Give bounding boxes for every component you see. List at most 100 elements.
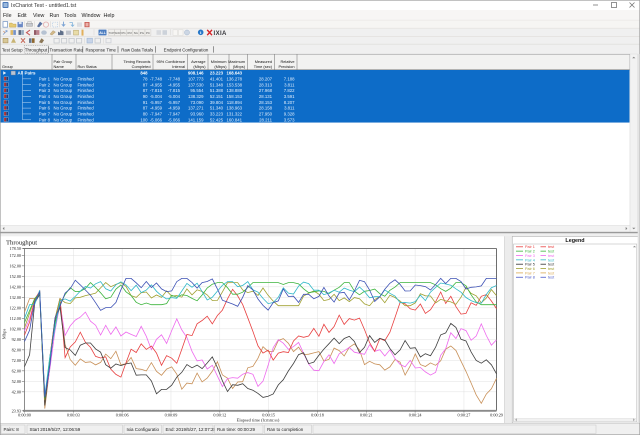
svg-text:132.00: 132.00 xyxy=(9,295,21,300)
svg-text:28.131: 28.131 xyxy=(259,94,273,99)
svg-text:141.159: 141.159 xyxy=(188,117,204,122)
svg-text:No Group: No Group xyxy=(54,100,73,105)
svg-text:51.348: 51.348 xyxy=(210,82,224,87)
svg-text:158.153: 158.153 xyxy=(226,94,242,99)
svg-text:Pairs: 8: Pairs: 8 xyxy=(4,427,20,432)
svg-text:-5.957: -5.957 xyxy=(168,100,181,105)
svg-text:Run time: 00:00:29: Run time: 00:00:29 xyxy=(217,427,256,432)
svg-text:Finished: Finished xyxy=(78,117,95,122)
svg-text:End: 2019/5/27, 12:07:28: End: 2019/5/27, 12:07:28 xyxy=(166,427,217,432)
svg-text:3.811: 3.811 xyxy=(284,82,295,87)
svg-text:Legend: Legend xyxy=(565,238,584,244)
svg-text:7.822: 7.822 xyxy=(284,88,295,93)
svg-text:Transaction Rate: Transaction Rate xyxy=(50,47,84,52)
svg-text:92.00: 92.00 xyxy=(12,337,21,342)
svg-text:Pair 5: Pair 5 xyxy=(39,100,51,105)
svg-text:153.538: 153.538 xyxy=(226,82,242,87)
svg-text:0:00:27: 0:00:27 xyxy=(458,412,471,417)
svg-text:152.00: 152.00 xyxy=(9,274,21,279)
svg-text:PG: PG xyxy=(140,31,145,35)
svg-text:78: 78 xyxy=(143,76,148,81)
svg-text:Help: Help xyxy=(104,13,115,19)
svg-text:162.00: 162.00 xyxy=(9,263,21,268)
svg-text:87: 87 xyxy=(143,88,148,93)
svg-text:-5.957: -5.957 xyxy=(150,100,163,105)
svg-text:Tools: Tools xyxy=(64,13,77,19)
svg-text:8.207: 8.207 xyxy=(284,100,295,105)
svg-text:Name: Name xyxy=(54,64,64,69)
svg-text:No Group: No Group xyxy=(54,117,73,122)
svg-text:test: test xyxy=(548,276,555,280)
svg-text:-4.959: -4.959 xyxy=(150,106,163,111)
svg-text:No Group: No Group xyxy=(54,88,73,93)
svg-text:Finished: Finished xyxy=(78,106,95,111)
svg-text:93.960: 93.960 xyxy=(190,112,204,117)
svg-text:Response Time: Response Time xyxy=(85,47,116,52)
svg-text:137.271: 137.271 xyxy=(188,106,204,111)
svg-text:9.328: 9.328 xyxy=(284,112,295,117)
svg-text:Completed: Completed xyxy=(132,64,151,69)
svg-text:Pair 2: Pair 2 xyxy=(39,82,51,87)
svg-text:87: 87 xyxy=(143,106,148,111)
svg-text:Interval: Interval xyxy=(172,64,185,69)
svg-text:SG: SG xyxy=(134,31,139,35)
svg-text:No Group: No Group xyxy=(54,106,73,111)
svg-text:28.153: 28.153 xyxy=(259,100,273,105)
svg-text:Mbps: Mbps xyxy=(2,329,7,340)
svg-text:Pair 6: Pair 6 xyxy=(39,106,51,111)
svg-text:Finished: Finished xyxy=(78,88,95,93)
svg-text:172.00: 172.00 xyxy=(9,253,21,258)
svg-text:73.090: 73.090 xyxy=(190,100,204,105)
svg-text:908.146: 908.146 xyxy=(188,71,204,76)
svg-text:0:00:03: 0:00:03 xyxy=(67,412,80,417)
svg-text:-5.004: -5.004 xyxy=(168,94,181,99)
svg-text:All Pairs: All Pairs xyxy=(18,71,37,76)
svg-text:Window: Window xyxy=(82,13,101,19)
svg-text:Finished: Finished xyxy=(78,100,95,105)
svg-text:0:00:29: 0:00:29 xyxy=(490,412,503,417)
svg-text:112.00: 112.00 xyxy=(10,316,21,321)
svg-text:Raw Data Totals: Raw Data Totals xyxy=(121,47,154,52)
svg-text:91: 91 xyxy=(143,100,148,105)
svg-text:41.401: 41.401 xyxy=(210,76,224,81)
svg-text:0:00:24: 0:00:24 xyxy=(409,412,423,417)
svg-text:52.151: 52.151 xyxy=(210,94,224,99)
svg-text:-5.066: -5.066 xyxy=(150,117,163,122)
svg-text:-4.959: -4.959 xyxy=(168,106,181,111)
svg-text:Precision: Precision xyxy=(278,64,294,69)
svg-text:848: 848 xyxy=(140,71,148,76)
svg-text:Pair 8: Pair 8 xyxy=(39,117,51,122)
svg-text:IP1: IP1 xyxy=(121,31,126,35)
svg-text:23.223: 23.223 xyxy=(210,71,224,76)
svg-text:62.00: 62.00 xyxy=(12,368,21,373)
svg-text:Throughput: Throughput xyxy=(25,47,48,52)
svg-text:Ran to completion: Ran to completion xyxy=(267,427,304,432)
svg-text:3.811: 3.811 xyxy=(284,106,295,111)
svg-text:51.340: 51.340 xyxy=(210,106,224,111)
svg-text:3.591: 3.591 xyxy=(284,94,295,99)
svg-text:27.950: 27.950 xyxy=(259,112,273,117)
svg-text:28.313: 28.313 xyxy=(259,82,273,87)
svg-text:Group: Group xyxy=(2,64,13,69)
svg-text:-7.748: -7.748 xyxy=(150,76,163,81)
svg-text:100: 100 xyxy=(140,117,148,122)
svg-text:No Group: No Group xyxy=(54,76,73,81)
svg-text:7.188: 7.188 xyxy=(284,76,295,81)
svg-text:View: View xyxy=(33,13,45,19)
svg-text:-5.004: -5.004 xyxy=(150,94,163,99)
svg-text:107.773: 107.773 xyxy=(188,76,204,81)
svg-text:95.554: 95.554 xyxy=(190,88,204,93)
svg-text:Ixia Configuratio: Ixia Configuratio xyxy=(127,427,160,432)
svg-text:142.00: 142.00 xyxy=(9,284,21,289)
svg-text:Run: Run xyxy=(50,13,60,19)
svg-text:80: 80 xyxy=(143,112,148,117)
svg-text:-7.748: -7.748 xyxy=(168,76,181,81)
svg-text:(Mbps): (Mbps) xyxy=(233,64,246,69)
svg-text:28.158: 28.158 xyxy=(259,106,273,111)
svg-text:Finished: Finished xyxy=(78,112,95,117)
svg-text:-7.947: -7.947 xyxy=(150,112,163,117)
svg-text:ALL: ALL xyxy=(99,31,106,35)
svg-text:138.963: 138.963 xyxy=(226,106,242,111)
svg-text:Edit: Edit xyxy=(18,13,28,19)
svg-text:0:00:12: 0:00:12 xyxy=(213,412,226,417)
